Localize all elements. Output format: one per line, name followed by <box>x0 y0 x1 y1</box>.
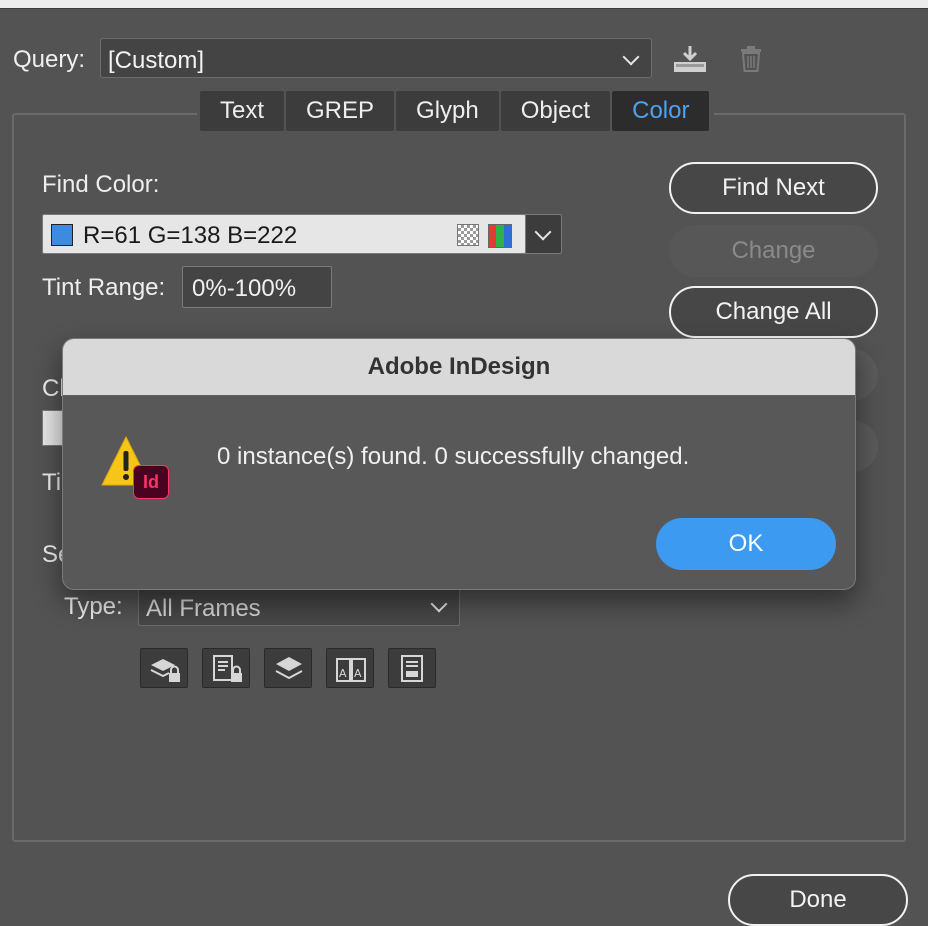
find-color-value: R=61 G=138 B=222 <box>83 222 298 249</box>
tint-range-input[interactable]: 0%-100% <box>182 266 332 308</box>
tab-color[interactable]: Color <box>612 91 710 131</box>
tint-range-value: 0%-100% <box>192 275 297 302</box>
query-select[interactable]: [Custom] <box>100 38 652 78</box>
chevron-down-icon <box>430 595 448 613</box>
include-footnotes-button[interactable] <box>388 648 436 688</box>
footnotes-icon <box>401 655 423 682</box>
include-master-pages-button[interactable]: A A <box>326 648 374 688</box>
include-hidden-layers-button[interactable] <box>264 648 312 688</box>
color-swatch <box>51 224 73 246</box>
query-label: Query: <box>13 46 86 73</box>
change-color-field-partial[interactable] <box>42 410 64 446</box>
tab-grep[interactable]: GREP <box>286 91 395 131</box>
tint-range-label: Tint Range: <box>42 274 166 301</box>
trash-icon <box>741 46 761 72</box>
change-tint-label-partial: Ti <box>42 469 62 496</box>
window-top-edge <box>0 0 928 9</box>
ok-button[interactable]: OK <box>656 518 836 570</box>
hidden-layers-icon <box>275 657 303 680</box>
tab-text[interactable]: Text <box>200 91 285 131</box>
chevron-down-icon <box>534 223 552 241</box>
find-next-button[interactable]: Find Next <box>669 162 878 214</box>
change-all-button[interactable]: Change All <box>669 286 878 338</box>
alert-title: Adobe InDesign <box>63 339 855 396</box>
include-locked-stories-button[interactable] <box>202 648 250 688</box>
tab-bar: Text GREP Glyph Object Color <box>197 91 715 133</box>
type-value: All Frames <box>146 595 261 622</box>
save-query-icon <box>674 46 706 72</box>
query-value: [Custom] <box>108 47 205 74</box>
alert-dialog: Adobe InDesign Id 0 instance(s) found. 0… <box>62 338 856 590</box>
rgb-mode-icon <box>488 224 512 248</box>
tab-object[interactable]: Object <box>500 91 611 131</box>
master-pages-icon: A A <box>336 658 366 682</box>
locked-layers-icon <box>150 659 180 682</box>
find-color-dropdown[interactable] <box>525 214 562 254</box>
change-button[interactable]: Change <box>669 225 878 277</box>
locked-stories-icon <box>213 655 242 682</box>
find-color-label: Find Color: <box>42 171 160 198</box>
transparency-icon <box>457 224 479 246</box>
svg-text:A: A <box>339 667 347 680</box>
alert-message: 0 instance(s) found. 0 successfully chan… <box>217 443 690 470</box>
svg-text:A: A <box>354 667 362 680</box>
type-label: Type: <box>64 593 123 620</box>
indesign-badge-icon: Id <box>133 465 169 499</box>
save-query-button[interactable] <box>669 40 709 80</box>
chevron-down-icon <box>622 48 640 66</box>
done-button[interactable]: Done <box>728 874 908 926</box>
include-locked-layers-button[interactable] <box>140 648 188 688</box>
type-select[interactable]: All Frames <box>138 588 460 626</box>
find-color-select[interactable]: R=61 G=138 B=222 <box>42 214 526 254</box>
delete-query-button[interactable] <box>731 40 771 80</box>
tab-glyph[interactable]: Glyph <box>396 91 499 131</box>
